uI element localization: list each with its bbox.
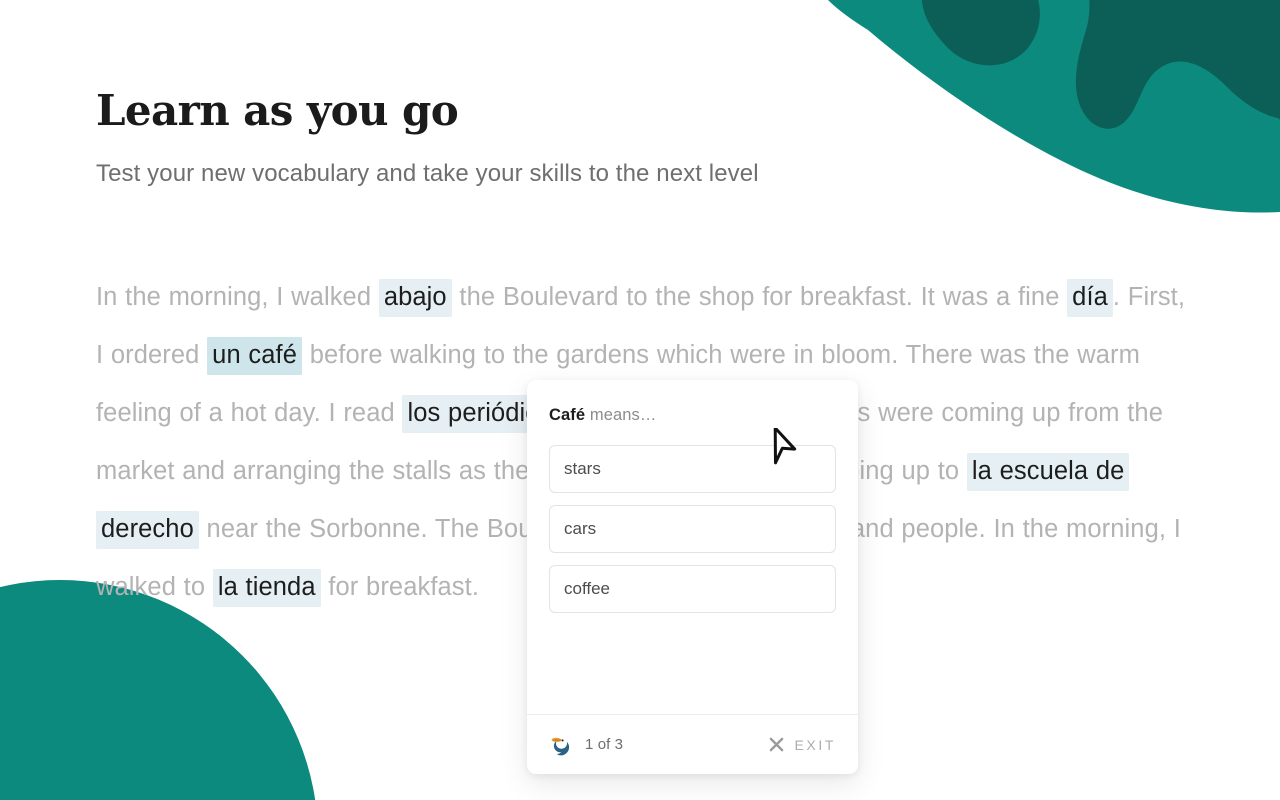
close-icon [768, 736, 785, 753]
answer-option[interactable]: cars [549, 505, 836, 553]
learning-page: Learn as you go Test your new vocabulary… [0, 0, 1280, 800]
quiz-progress-group: 1 of 3 [549, 733, 623, 757]
quiz-card-footer: 1 of 3 EXIT [527, 714, 858, 774]
top-right-dark-blob [921, 0, 1040, 66]
page-subtitle: Test your new vocabulary and take your s… [96, 160, 759, 188]
answer-option-label: stars [564, 459, 601, 478]
page-header: Learn as you go Test your new vocabulary… [96, 86, 759, 188]
page-title: Learn as you go [96, 86, 459, 135]
top-right-dark-blob-3 [1175, 38, 1280, 175]
quiz-card-body: Café means… stars cars coffee [527, 380, 858, 714]
vocab-word[interactable]: día [1067, 279, 1113, 317]
toucan-icon [549, 733, 575, 757]
quiz-prompt-suffix: means… [585, 406, 657, 424]
answer-option[interactable]: coffee [549, 565, 836, 613]
vocab-word[interactable]: la tienda [212, 569, 321, 607]
answer-option-label: cars [564, 519, 597, 538]
answer-option[interactable]: stars [549, 445, 836, 493]
exit-button[interactable]: EXIT [768, 736, 836, 753]
top-right-teal-shape [828, 0, 1280, 213]
answer-option-list: stars cars coffee [549, 445, 836, 613]
vocab-word[interactable]: abajo [378, 279, 452, 317]
quiz-prompt: Café means… [549, 406, 836, 425]
quiz-prompt-word: Café [549, 406, 586, 424]
vocab-word[interactable]: un café [207, 337, 303, 375]
answer-option-label: coffee [564, 579, 611, 598]
passage-text: the Boulevard to the shop for breakfast.… [451, 283, 1068, 311]
quiz-progress-text: 1 of 3 [585, 736, 624, 753]
passage-text: for breakfast. [320, 573, 480, 601]
exit-label: EXIT [794, 736, 836, 753]
vocabulary-quiz-card: Café means… stars cars coffee 1 of 3 EXI… [527, 380, 858, 774]
top-right-dark-blob-2 [1070, 0, 1280, 129]
passage-text: In the morning, I walked [96, 283, 379, 311]
